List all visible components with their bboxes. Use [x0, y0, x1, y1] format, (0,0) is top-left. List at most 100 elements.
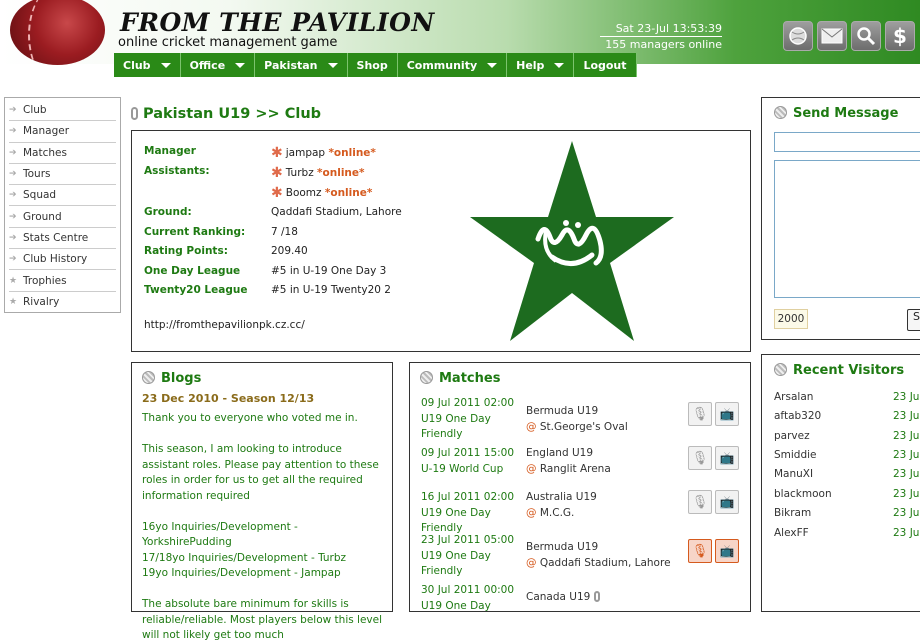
match-opponent[interactable]: England U19 [526, 446, 696, 462]
match-date[interactable]: 09 Jul 2011 15:00 [421, 446, 521, 462]
message-body-textarea[interactable] [774, 160, 920, 298]
arrow-icon: ➔ [9, 211, 17, 222]
match-date[interactable]: 09 Jul 2011 02:00 [421, 396, 521, 412]
visitor-date: 23 Jul [893, 488, 920, 500]
main-nav: Club Office Pakistan Shop Community Help… [114, 53, 637, 77]
match-date[interactable]: 16 Jul 2011 02:00 [421, 490, 521, 506]
arrow-icon: ➔ [9, 147, 17, 158]
nav-help[interactable]: Help [507, 53, 575, 77]
nav-community[interactable]: Community [397, 53, 508, 77]
visitor-date: 23 Jul [893, 391, 920, 403]
t20-label: Twenty20 League [144, 284, 248, 296]
nav-logout[interactable]: Logout [574, 53, 637, 77]
visitor-date: 23 Jul [893, 449, 920, 461]
asterisk-icon: ✱ [271, 185, 283, 201]
send-button[interactable]: S [907, 309, 920, 331]
club-info-panel: Manager ✱ jampap *online* Assistants: ✱ Tu… [131, 130, 751, 352]
server-clock: Sat 23-Jul 13:53:39 [600, 22, 722, 37]
send-message-panel: Send Message 2000 S [761, 97, 920, 340]
blog-line: 17/18yo Inquiries/Development - Turbz [142, 551, 347, 564]
visitor-row: AlexFF 23 Jul [774, 527, 920, 539]
visitor-name[interactable]: aftab320 [774, 410, 821, 422]
ground-label: Ground: [144, 206, 192, 218]
tv-button[interactable]: 📺 [715, 446, 739, 470]
tv-button[interactable]: 📺 [715, 539, 739, 563]
sidebar-item-ground[interactable]: ➔ Ground [9, 206, 116, 228]
assistants-label: Assistants: [144, 165, 210, 177]
visitor-name[interactable]: blackmoon [774, 488, 832, 500]
visitor-name[interactable]: AlexFF [774, 527, 809, 539]
match-type: Friendly [421, 565, 463, 577]
online-tag: *online* [328, 147, 376, 159]
match-opponent[interactable]: Canada U19 [526, 591, 590, 603]
assistant-name[interactable]: Boomz [286, 187, 322, 199]
sidebar-item-matches[interactable]: ➔ Matches [9, 143, 116, 164]
match-venue[interactable]: St.George's Oval [540, 421, 628, 433]
online-tag: *online* [324, 187, 373, 199]
blogs-panel: Blogs 23 Dec 2010 - Season 12/13 Thank y… [131, 362, 393, 641]
microphone-icon: 🎙 [691, 450, 709, 466]
tv-button[interactable]: 📺 [715, 402, 739, 426]
match-venue[interactable]: Ranglit Arena [540, 463, 611, 475]
recent-visitors-panel: Recent Visitors Arsalan 23 Jul aftab320 23… [761, 354, 920, 612]
sidebar: ➔ Club ➔ Manager ➔ Matches ➔ Tours ➔ Squad ➔ G… [4, 97, 121, 313]
match-competition: U-19 World Cup [421, 462, 504, 475]
sidebar-item-club-history[interactable]: ➔ Club History [9, 249, 116, 271]
assistant-name[interactable]: Turbz [286, 167, 314, 179]
mail-icon[interactable] [817, 21, 847, 51]
sidebar-item-squad[interactable]: ➔ Squad [9, 185, 116, 207]
sidebar-item-tours[interactable]: ➔ Tours [9, 164, 116, 186]
commentary-button[interactable]: 🎙 [688, 446, 712, 470]
match-opponent[interactable]: Australia U19 [526, 490, 696, 506]
blog-line: 19yo Inquiries/Development - Jampap [142, 567, 341, 579]
message-subject-input[interactable] [774, 132, 920, 152]
match-date[interactable]: 23 Jul 2011 05:00 [421, 533, 521, 549]
visitor-name[interactable]: parvez [774, 430, 810, 442]
tv-button[interactable]: 📺 [715, 490, 739, 514]
visitor-row: ManuXI 23 Jul [774, 468, 920, 480]
dollar-icon[interactable]: $ [885, 21, 915, 51]
ball-icon[interactable] [783, 21, 813, 51]
arrow-icon: ➔ [9, 126, 17, 137]
visitor-name[interactable]: Bikram [774, 507, 811, 519]
search-icon[interactable] [851, 21, 881, 51]
paperclip-icon [593, 591, 600, 602]
sidebar-item-trophies[interactable]: ★ Trophies [9, 270, 116, 292]
site-title[interactable]: FROM THE PAVILION [120, 8, 435, 37]
match-opponent[interactable]: Bermuda U19 [526, 404, 696, 420]
club-url[interactable]: http://fromthepavilionpk.cz.cc/ [144, 319, 305, 331]
commentary-button[interactable]: 🎙 [688, 402, 712, 426]
sidebar-item-manager[interactable]: ➔ Manager [9, 121, 116, 143]
ranking-label: Current Ranking: [144, 226, 246, 238]
tv-icon: 📺 [719, 495, 735, 509]
manager-name[interactable]: jampap [286, 147, 325, 159]
sidebar-item-rivalry[interactable]: ★ Rivalry [9, 292, 116, 313]
site-subtitle: online cricket management game [118, 35, 338, 50]
nav-club[interactable]: Club [114, 53, 181, 77]
commentary-button[interactable]: 🎙 [688, 490, 712, 514]
club-name: Pakistan U19 [143, 106, 251, 122]
visitor-date: 23 Jul [893, 430, 920, 442]
sidebar-item-stats-centre[interactable]: ➔ Stats Centre [9, 228, 116, 250]
blog-body: Thank you to everyone who voted me in. T… [142, 411, 382, 644]
visitor-name[interactable]: ManuXI [774, 468, 813, 480]
visitor-name[interactable]: Arsalan [774, 391, 813, 403]
match-type: Friendly [421, 428, 463, 440]
url-row: http://fromthepavilionpk.cz.cc/ [144, 319, 305, 331]
visitor-name[interactable]: Smiddie [774, 449, 817, 461]
visitor-row: Arsalan 23 Jul [774, 391, 920, 403]
match-date[interactable]: 30 Jul 2011 00:00 [421, 583, 521, 599]
match-opponent[interactable]: Bermuda U19 [526, 540, 696, 556]
page-title: Pakistan U19 >> Club [131, 106, 321, 122]
sidebar-item-club[interactable]: ➔ Club [9, 100, 116, 122]
commentary-button[interactable]: 🎙 [688, 539, 712, 563]
match-competition: U19 One Day [421, 599, 491, 612]
nav-office[interactable]: Office [180, 53, 256, 77]
online-count[interactable]: 155 managers online [600, 38, 722, 51]
nav-pakistan[interactable]: Pakistan [255, 53, 348, 77]
match-venue[interactable]: M.C.G. [540, 507, 575, 519]
match-venue[interactable]: Qaddafi Stadium, Lahore [540, 557, 671, 569]
match-competition: U19 One Day [421, 412, 491, 425]
chevron-down-icon [235, 62, 246, 68]
nav-shop[interactable]: Shop [347, 53, 398, 77]
